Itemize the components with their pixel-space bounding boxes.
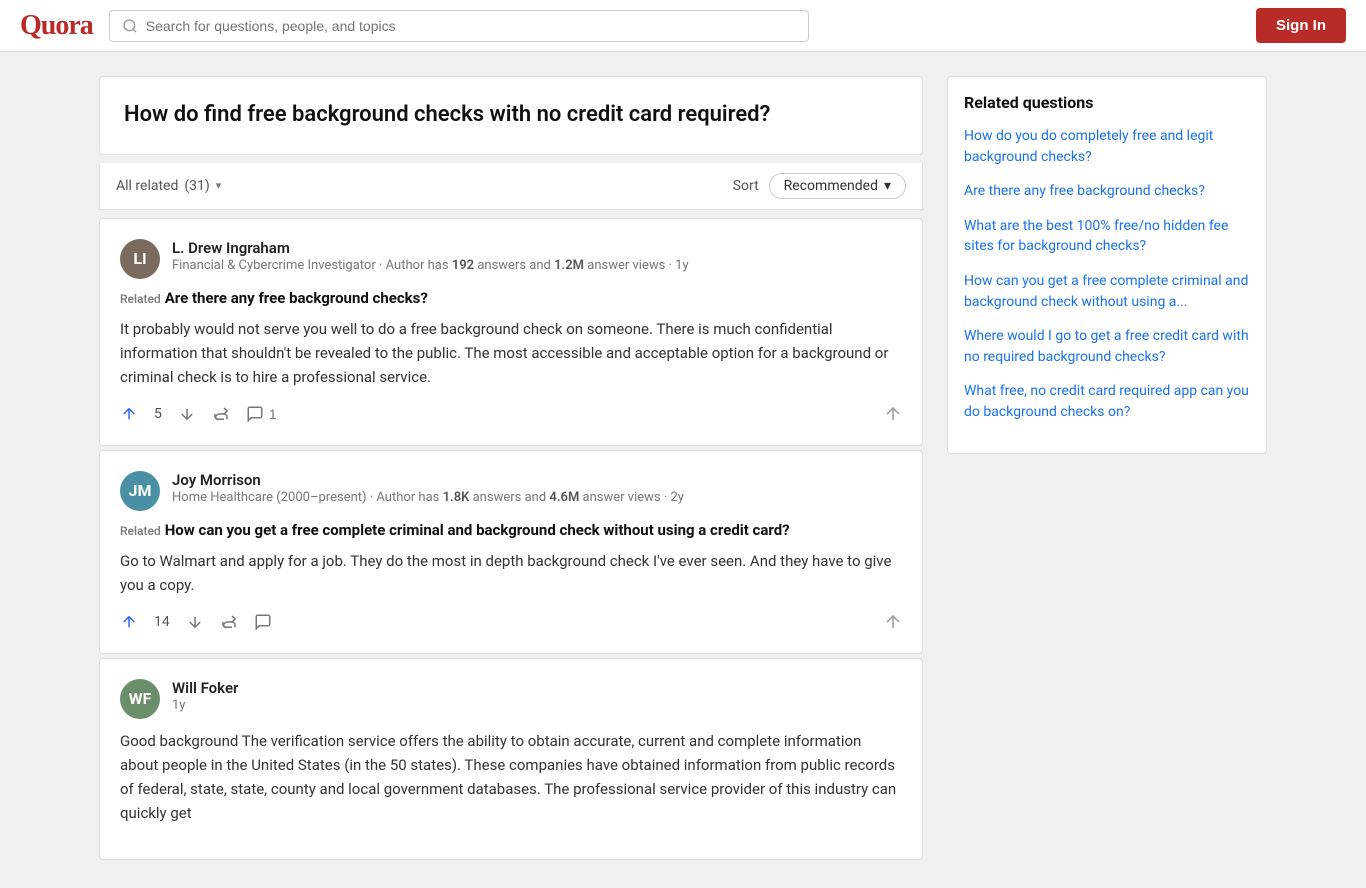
upvote-button[interactable] bbox=[120, 403, 138, 425]
search-input[interactable] bbox=[146, 18, 796, 34]
related-q-item: How do you do completely free and legit … bbox=[964, 126, 1250, 167]
related-q-link[interactable]: Are there any free background checks? bbox=[964, 183, 1205, 199]
author-info: L. Drew IngrahamFinancial & Cybercrime I… bbox=[172, 239, 902, 275]
all-related-count: (31) bbox=[184, 178, 209, 194]
author-meta: Financial & Cybercrime Investigator · Au… bbox=[172, 257, 902, 275]
answer-text: It probably would not serve you well to … bbox=[120, 317, 902, 389]
comment-button[interactable] bbox=[254, 611, 272, 633]
action-bar: 51 bbox=[120, 403, 902, 425]
related-q-link[interactable]: What free, no credit card required app c… bbox=[964, 383, 1249, 420]
sign-in-button[interactable]: Sign In bbox=[1256, 8, 1346, 43]
author-name[interactable]: Joy Morrison bbox=[172, 471, 902, 489]
main-layout: How do find free background checks with … bbox=[83, 52, 1283, 888]
avatar: LI bbox=[120, 239, 160, 279]
related-q-item: What are the best 100% free/no hidden fe… bbox=[964, 216, 1250, 257]
logo[interactable]: Quora bbox=[20, 10, 93, 42]
related-q-item: Are there any free background checks? bbox=[964, 181, 1250, 202]
comment-button[interactable]: 1 bbox=[246, 403, 277, 425]
related-label: Related bbox=[120, 524, 161, 538]
comment-icon bbox=[246, 405, 264, 423]
answer-header: WF Will Foker1y bbox=[120, 679, 902, 719]
header: Quora Sign In bbox=[0, 0, 1366, 52]
answer-header: JM Joy MorrisonHome Healthcare (2000–pres… bbox=[120, 471, 902, 511]
search-bar[interactable] bbox=[109, 10, 809, 42]
related-label: Related bbox=[120, 292, 161, 306]
question-card: How do find free background checks with … bbox=[99, 76, 923, 155]
sort-chevron-icon: ▾ bbox=[884, 178, 891, 194]
share-icon bbox=[884, 613, 902, 631]
answer-card: LI L. Drew IngrahamFinancial & Cybercrime… bbox=[99, 218, 923, 446]
answers-container: LI L. Drew IngrahamFinancial & Cybercrime… bbox=[99, 218, 923, 860]
filter-bar: All related (31) ▾ Sort Recommended ▾ bbox=[99, 163, 923, 210]
sort-label: Sort bbox=[733, 178, 759, 194]
related-q-item: Where would I go to get a free credit ca… bbox=[964, 326, 1250, 367]
all-related-dropdown[interactable]: All related (31) ▾ bbox=[116, 178, 221, 194]
related-q-item: What free, no credit card required app c… bbox=[964, 381, 1250, 422]
comment-icon bbox=[254, 613, 272, 631]
reshare-button[interactable] bbox=[212, 403, 230, 425]
author-meta: Home Healthcare (2000–present) · Author … bbox=[172, 489, 902, 507]
sort-dropdown[interactable]: Recommended ▾ bbox=[769, 173, 906, 199]
avatar: WF bbox=[120, 679, 160, 719]
answer-text: Go to Walmart and apply for a job. They … bbox=[120, 549, 902, 597]
vote-count: 5 bbox=[154, 406, 162, 422]
answer-card: JM Joy MorrisonHome Healthcare (2000–pres… bbox=[99, 450, 923, 654]
related-q-link[interactable]: What are the best 100% free/no hidden fe… bbox=[964, 218, 1228, 255]
related-q-link[interactable]: Where would I go to get a free credit ca… bbox=[964, 328, 1249, 365]
related-q-link[interactable]: How can you get a free complete criminal… bbox=[964, 273, 1248, 310]
upvote-icon bbox=[120, 405, 138, 423]
answer-header: LI L. Drew IngrahamFinancial & Cybercrime… bbox=[120, 239, 902, 279]
chevron-down-icon: ▾ bbox=[216, 179, 222, 192]
related-questions-list: How do you do completely free and legit … bbox=[964, 126, 1250, 423]
upvote-button[interactable] bbox=[120, 611, 138, 633]
related-q-item: How can you get a free complete criminal… bbox=[964, 271, 1250, 312]
author-meta: 1y bbox=[172, 697, 902, 715]
author-info: Joy MorrisonHome Healthcare (2000–presen… bbox=[172, 471, 902, 507]
author-name[interactable]: Will Foker bbox=[172, 679, 902, 697]
sort-value: Recommended bbox=[784, 178, 878, 194]
related-block: Related Are there any free background che… bbox=[120, 289, 902, 307]
share-button[interactable] bbox=[884, 403, 902, 425]
comment-count: 1 bbox=[269, 406, 277, 422]
share-icon bbox=[884, 405, 902, 423]
answer-text: Good background The verification service… bbox=[120, 729, 902, 825]
related-block: Related How can you get a free complete c… bbox=[120, 521, 902, 539]
reshare-button[interactable] bbox=[220, 611, 238, 633]
upvote-icon bbox=[120, 613, 138, 631]
author-name[interactable]: L. Drew Ingraham bbox=[172, 239, 902, 257]
vote-count: 14 bbox=[154, 614, 170, 630]
action-bar: 14 bbox=[120, 611, 902, 633]
header-right: Sign In bbox=[1256, 8, 1346, 43]
downvote-icon bbox=[178, 405, 196, 423]
related-question[interactable]: How can you get a free complete criminal… bbox=[165, 521, 790, 539]
author-info: Will Foker1y bbox=[172, 679, 902, 715]
question-title: How do find free background checks with … bbox=[124, 101, 898, 130]
related-question[interactable]: Are there any free background checks? bbox=[165, 289, 428, 307]
all-related-label: All related bbox=[116, 178, 178, 194]
avatar: JM bbox=[120, 471, 160, 511]
related-questions-title: Related questions bbox=[964, 93, 1250, 112]
downvote-button[interactable] bbox=[178, 403, 196, 425]
related-q-link[interactable]: How do you do completely free and legit … bbox=[964, 128, 1213, 165]
downvote-button[interactable] bbox=[186, 611, 204, 633]
content-area: How do find free background checks with … bbox=[99, 76, 923, 864]
downvote-icon bbox=[186, 613, 204, 631]
answer-card: WF Will Foker1y Good background The verifi… bbox=[99, 658, 923, 860]
sort-section: Sort Recommended ▾ bbox=[733, 173, 906, 199]
share-button[interactable] bbox=[884, 611, 902, 633]
reshare-icon bbox=[220, 613, 238, 631]
related-questions-card: Related questions How do you do complete… bbox=[947, 76, 1267, 454]
search-icon bbox=[122, 18, 138, 34]
reshare-icon bbox=[212, 405, 230, 423]
sidebar: Related questions How do you do complete… bbox=[947, 76, 1267, 864]
